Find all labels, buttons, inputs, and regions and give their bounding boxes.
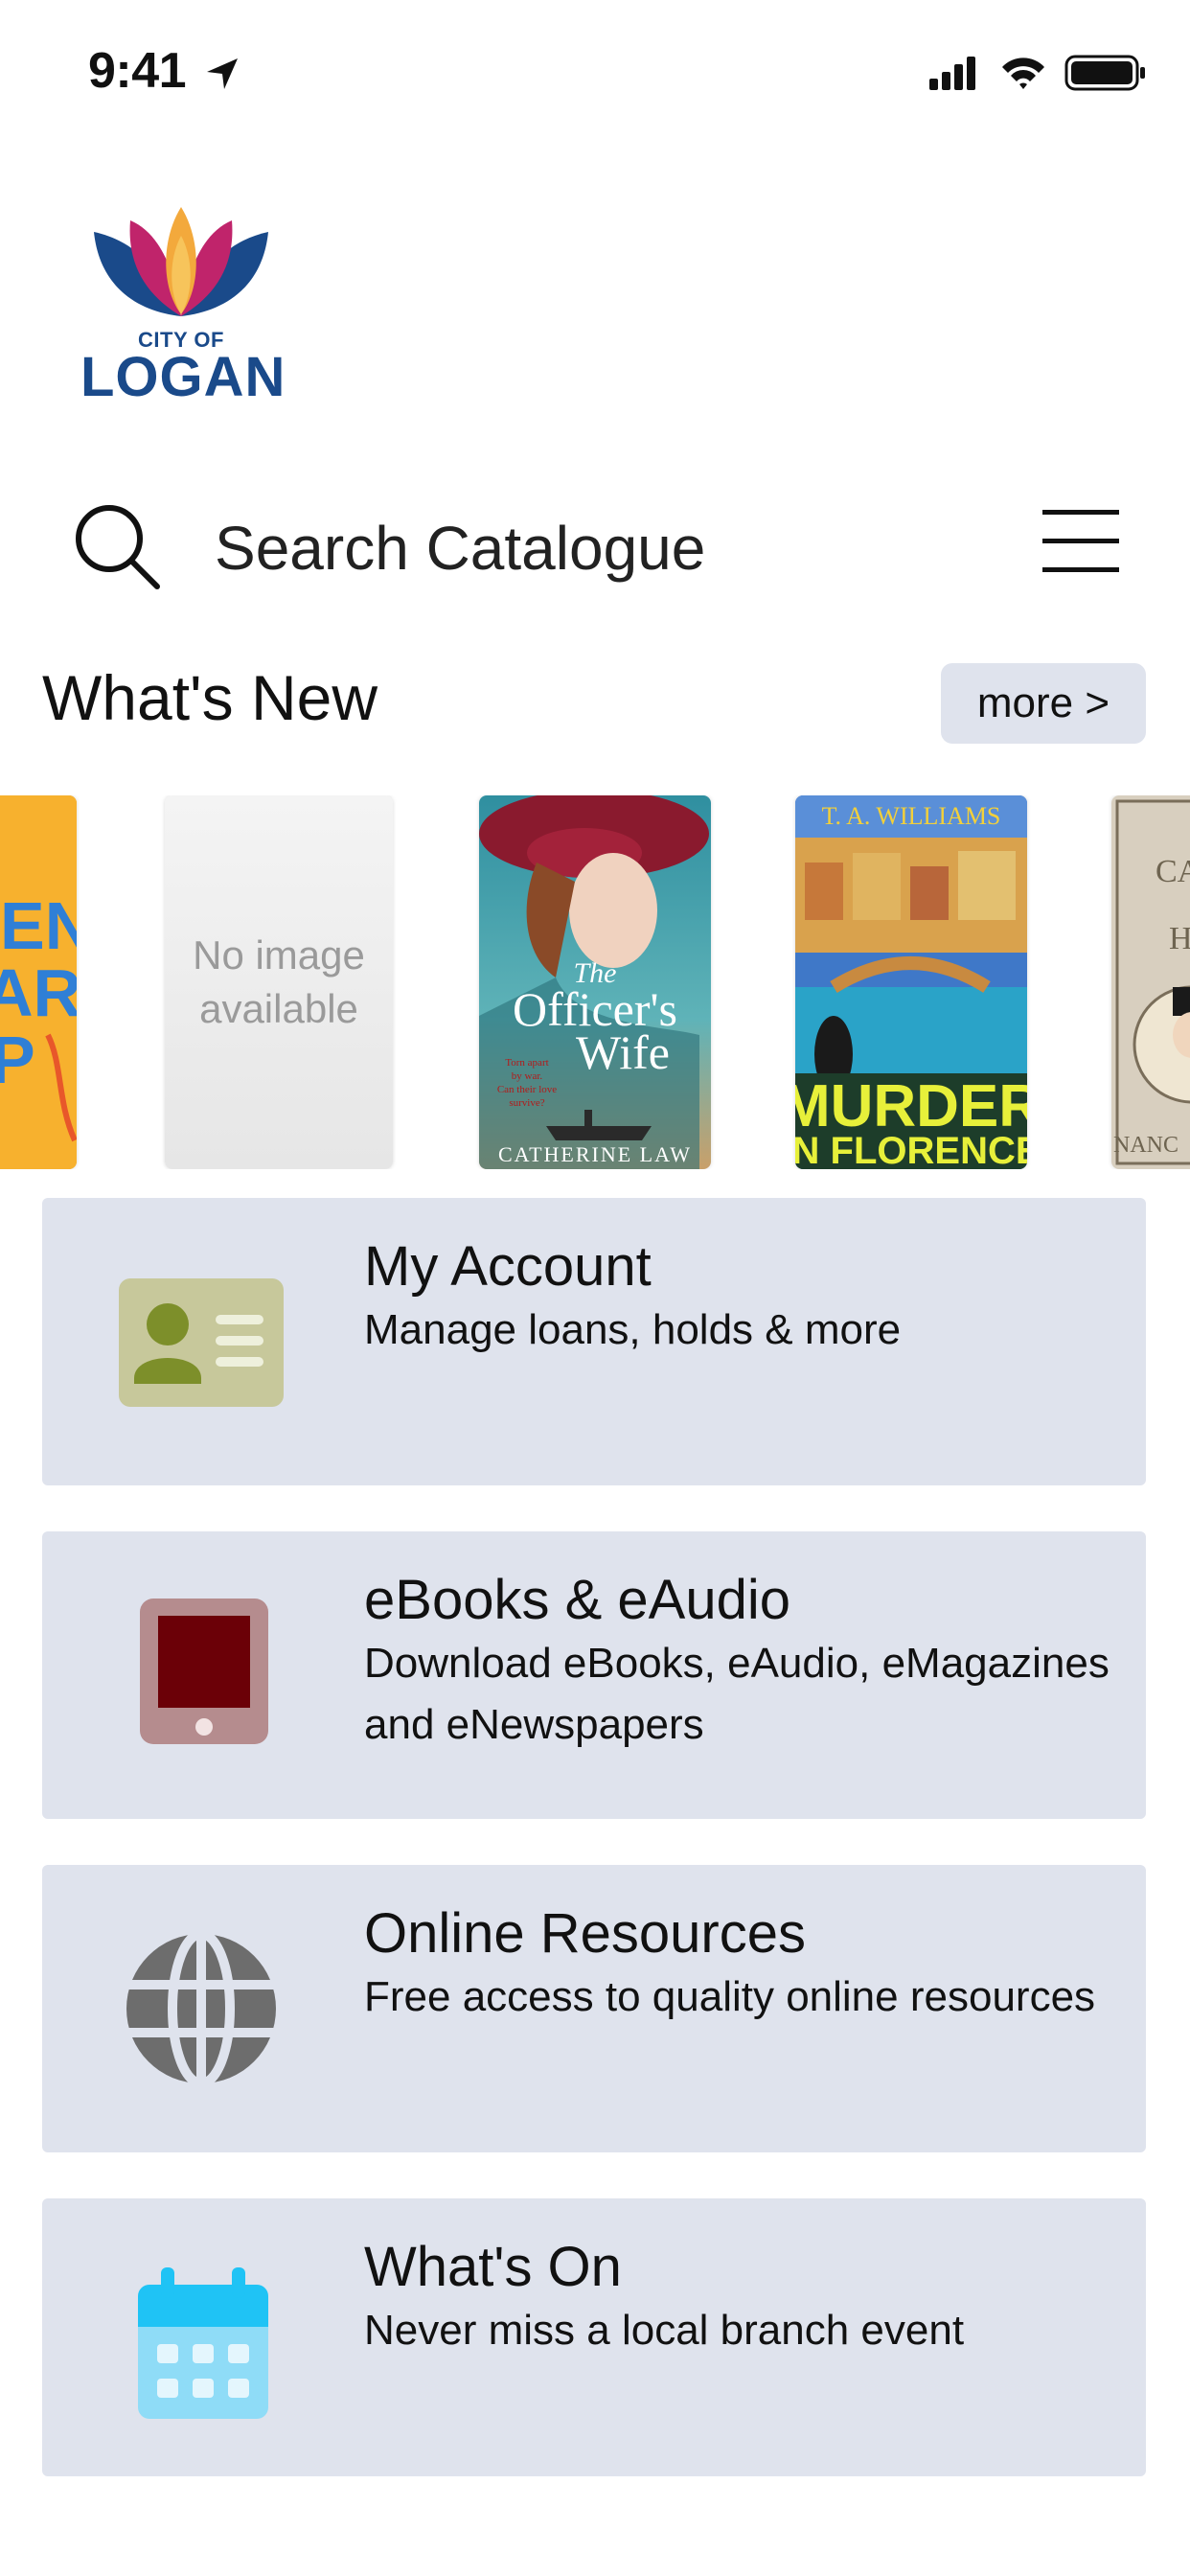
book-cover[interactable]: EN AR, P	[0, 795, 77, 1169]
card-description: Manage loans, holds & more	[364, 1306, 902, 1353]
card-title: Online Resources	[364, 1902, 806, 1965]
svg-text:AR,: AR,	[0, 955, 77, 1030]
whats-new-heading: What's New	[42, 662, 378, 733]
search-bar	[0, 479, 1190, 613]
book-cover[interactable]: The Officer's Wife Torn apart by war. Ca…	[479, 795, 711, 1169]
lotus-icon	[94, 207, 268, 316]
svg-text:IN FLORENCE: IN FLORENCE	[795, 1130, 1027, 1169]
svg-text:P: P	[0, 1023, 35, 1097]
svg-text:EN: EN	[0, 888, 77, 963]
svg-text:Wife: Wife	[576, 1025, 670, 1079]
hamburger-menu-icon[interactable]	[1041, 508, 1121, 575]
svg-text:T. A. WILLIAMS: T. A. WILLIAMS	[822, 802, 1001, 830]
search-input[interactable]	[213, 504, 945, 592]
svg-text:NANC: NANC	[1113, 1133, 1179, 1158]
status-bar-time: 9:41	[88, 42, 241, 100]
svg-text:survive?: survive?	[509, 1097, 544, 1109]
book-carousel[interactable]: EN AR, P No image available The Officer'…	[0, 795, 1190, 1169]
svg-text:by war.: by war.	[512, 1070, 543, 1082]
more-button[interactable]: more >	[941, 663, 1146, 744]
book-cover-placeholder[interactable]: No image available	[165, 795, 393, 1169]
my-account-card[interactable]: My Account Manage loans, holds & more	[42, 1198, 1146, 1485]
status-bar-icons	[927, 54, 1148, 92]
wifi-icon	[1002, 58, 1044, 89]
card-title: What's On	[364, 2236, 622, 2298]
ebooks-eaudio-card[interactable]: eBooks & eAudio Download eBooks, eAudio,…	[42, 1531, 1146, 1819]
calendar-icon	[115, 2266, 287, 2419]
card-description: Free access to quality online resources	[364, 1973, 1096, 2020]
svg-text:H: H	[1169, 921, 1190, 956]
globe-icon	[115, 1929, 287, 2088]
book-cover[interactable]: CA H NANC	[1111, 795, 1190, 1169]
svg-text:CA: CA	[1156, 854, 1190, 889]
card-title: eBooks & eAudio	[364, 1569, 790, 1631]
svg-text:Torn apart: Torn apart	[505, 1057, 548, 1069]
card-title: My Account	[364, 1235, 652, 1298]
cellular-signal-icon	[929, 57, 975, 90]
whats-on-card[interactable]: What's On Never miss a local branch even…	[42, 2198, 1146, 2476]
battery-icon	[1064, 55, 1145, 91]
search-icon[interactable]	[69, 498, 165, 594]
city-of-logan-logo[interactable]: CITY OF LOGAN	[80, 201, 285, 408]
location-arrow-icon	[207, 58, 239, 90]
svg-text:Can their love: Can their love	[497, 1084, 557, 1095]
card-description: Never miss a local branch event	[364, 2307, 965, 2354]
id-card-icon	[115, 1265, 287, 1418]
no-image-label: No image available	[193, 932, 365, 1031]
tablet-icon	[115, 1598, 287, 1752]
svg-text:CATHERINE LAW: CATHERINE LAW	[498, 1142, 692, 1166]
book-cover[interactable]: T. A. WILLIAMS An Armstrong and Oscar Co…	[795, 795, 1027, 1169]
logo-text-logan: LOGAN	[80, 346, 286, 408]
card-description: Download eBooks, eAudio, eMagazines and …	[364, 1640, 1110, 1748]
online-resources-card[interactable]: Online Resources Free access to quality …	[42, 1865, 1146, 2152]
